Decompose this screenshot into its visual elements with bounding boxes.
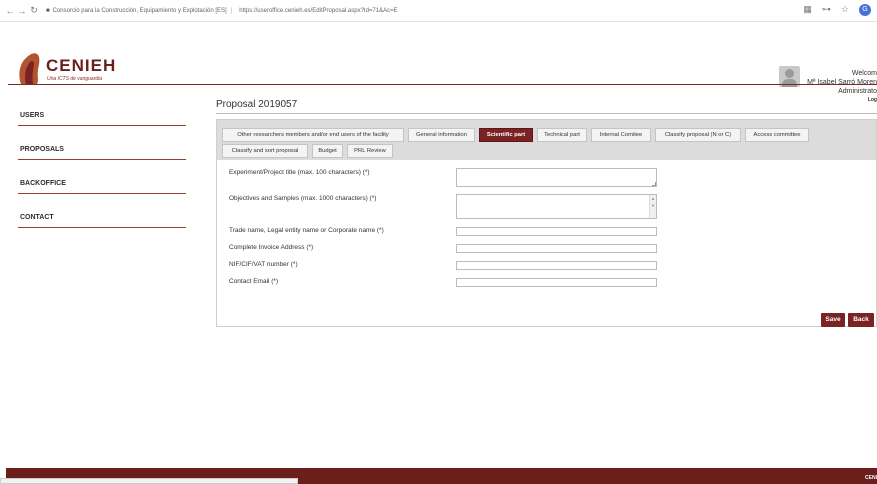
address-bar-url[interactable]: https://useroffice.cenieh.es/EditProposa… (239, 8, 397, 14)
project-title-label: Experiment/Project title (max. 100 chara… (229, 169, 370, 176)
address-bar-site[interactable]: Consorcio para la Construcción, Equipami… (53, 8, 227, 14)
textarea-scrollbar[interactable]: ▲ ▼ (649, 195, 656, 218)
tab-general-information[interactable]: General information (408, 128, 475, 142)
tab-other-researchers[interactable]: Other researchers members and/or end use… (222, 128, 404, 142)
sidebar-item-label: PROPOSALS (20, 146, 64, 153)
sidebar-divider (18, 159, 186, 160)
site-header: CENIEH Una ICTS de vanguardia Welcom Mª … (0, 22, 877, 103)
address-bar-separator: | (230, 7, 233, 14)
browser-toolbar: ← → ↻ ■ Consorcio para la Construcción, … (0, 0, 877, 22)
reload-icon[interactable]: ↻ (28, 5, 40, 16)
sidebar-item-proposals[interactable]: PROPOSALS (18, 140, 188, 174)
tab-access-committee[interactable]: Access committee (745, 128, 809, 142)
user-name: Mª Isabel Sarró Moren (807, 79, 877, 86)
logo-mark-icon (19, 53, 40, 84)
tab-budget[interactable]: Budget (312, 144, 343, 158)
profile-avatar[interactable]: G (859, 4, 871, 16)
proposal-panel: Other researchers members and/or end use… (216, 119, 877, 327)
back-button[interactable]: Back (848, 313, 874, 327)
invoice-address-input[interactable] (456, 244, 657, 253)
scroll-down-icon[interactable]: ▼ (651, 204, 655, 208)
save-button[interactable]: Save (821, 313, 845, 327)
forward-arrow-icon[interactable]: → (16, 6, 28, 16)
title-divider (216, 113, 877, 114)
logout-link[interactable]: Log (807, 96, 877, 105)
invoice-address-label: Complete Invoice Address (*) (229, 244, 314, 251)
key-icon[interactable]: ⊶ (822, 4, 831, 16)
footer-brand: CENI (865, 475, 877, 481)
tab-bar: Other researchers members and/or end use… (217, 120, 876, 160)
tab-internal-comitee[interactable]: Internal Comitee (591, 128, 651, 142)
contact-email-label: Contact Email (*) (229, 278, 279, 285)
welcome-text: Welcom (851, 70, 877, 77)
scroll-up-icon[interactable]: ▲ (651, 197, 655, 201)
contact-email-input[interactable] (456, 278, 657, 287)
nif-cif-vat-label: NIF/CIF/VAT number (*) (229, 261, 298, 268)
sidebar-divider (18, 227, 186, 228)
lock-icon: ■ (46, 7, 50, 14)
resize-grip-icon[interactable] (652, 182, 656, 186)
tab-technical-part[interactable]: Technical part (537, 128, 587, 142)
user-role: Administrato (838, 88, 877, 95)
tab-classify-proposal[interactable]: Classify proposal (N or C) (655, 128, 741, 142)
logo-wordmark: CENIEH (46, 56, 117, 75)
tab-classify-sort-proposal[interactable]: Classify and sort proposal (222, 144, 308, 158)
objectives-samples-label: Objectives and Samples (max. 1000 charac… (229, 195, 377, 202)
translate-icon[interactable]: ▦ (803, 4, 812, 16)
star-icon[interactable]: ☆ (841, 4, 849, 16)
objectives-samples-input[interactable]: ▲ ▼ (456, 194, 657, 219)
sidebar-item-contact[interactable]: CONTACT (18, 208, 188, 242)
page-title: Proposal 2019057 (216, 99, 298, 110)
sidebar-item-users[interactable]: USERS (18, 106, 188, 140)
sidebar-item-label: BACKOFFICE (20, 180, 66, 187)
user-info: Welcom Mª Isabel Sarró Moren Administrat… (807, 69, 877, 105)
nif-cif-vat-input[interactable] (456, 261, 657, 270)
header-divider (8, 84, 877, 85)
sidebar-divider (18, 125, 186, 126)
sidebar-item-label: CONTACT (20, 214, 54, 221)
project-title-input[interactable] (456, 168, 657, 187)
sidebar-item-label: USERS (20, 112, 45, 119)
sidebar-item-backoffice[interactable]: BACKOFFICE (18, 174, 188, 208)
logo-tagline: Una ICTS de vanguardia (47, 76, 103, 82)
back-arrow-icon[interactable]: ← (4, 6, 16, 16)
sidebar-divider (18, 193, 186, 194)
tab-scientific-part[interactable]: Scientific part (479, 128, 533, 142)
browser-status-bar (0, 478, 298, 484)
sidebar-nav: USERS PROPOSALS BACKOFFICE CONTACT (18, 106, 188, 242)
tab-prl-review[interactable]: PRL Review (347, 144, 393, 158)
trade-name-input[interactable] (456, 227, 657, 236)
trade-name-label: Trade name, Legal entity name or Corpora… (229, 227, 384, 234)
browser-actions: ▦ ⊶ ☆ G (803, 4, 871, 16)
